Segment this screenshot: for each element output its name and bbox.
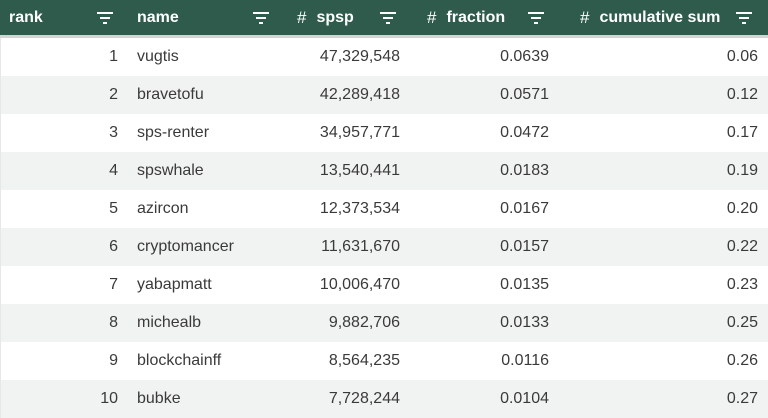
cell-fraction: 0.0116 [501,352,549,369]
cell-name: bubke [137,390,181,407]
cell-fraction: 0.0571 [500,86,549,103]
table-row[interactable]: 8 michealb 9,882,706 0.0133 0.25 [0,304,768,342]
cell-name: azircon [137,200,189,217]
cell-spsp: 13,540,441 [319,162,400,179]
cell-fraction: 0.0133 [500,314,549,331]
column-header-label: cumulative sum [599,8,721,26]
cell-rank: 1 [109,48,118,65]
column-header-rank[interactable]: rank [0,0,128,37]
filter-icon[interactable] [736,11,752,25]
cell-rank: 6 [109,238,118,255]
cell-spsp: 42,289,418 [319,86,400,103]
table-row[interactable]: 5 azircon 12,373,534 0.0167 0.20 [0,190,768,228]
cell-spsp: 47,329,548 [319,48,400,65]
cell-spsp: 12,373,534 [319,200,400,217]
table-row[interactable]: 10 bubke 7,728,244 0.0104 0.27 [0,380,768,418]
column-header-label: fraction [446,8,506,26]
cell-fraction: 0.0135 [500,276,549,293]
hash-icon: # [297,7,307,27]
cell-spsp: 7,728,244 [328,390,400,407]
cell-cumulative-sum: 0.27 [726,390,758,407]
table-row[interactable]: 6 cryptomancer 11,631,670 0.0157 0.22 [0,228,768,266]
filter-icon[interactable] [97,11,113,25]
cell-fraction: 0.0167 [500,200,549,217]
filter-icon[interactable] [380,11,396,25]
cell-cumulative-sum: 0.12 [726,86,758,103]
cell-rank: 7 [109,276,118,293]
cell-name: blockchainff [137,352,222,369]
filter-icon[interactable] [528,11,544,25]
table-row[interactable]: 2 bravetofu 42,289,418 0.0571 0.12 [0,76,768,114]
data-table: rank name # spsp # fraction # cumulative… [0,0,768,418]
cell-cumulative-sum: 0.06 [726,48,758,65]
cell-name: sps-renter [137,124,210,141]
cell-fraction: 0.0157 [500,238,549,255]
cell-cumulative-sum: 0.26 [726,352,758,369]
cell-spsp: 34,957,771 [319,124,400,141]
cell-rank: 5 [109,200,118,217]
column-header-name[interactable]: name [128,0,283,37]
table-body: 1 vugtis 47,329,548 0.0639 0.06 2 bravet… [0,38,768,418]
cell-rank: 2 [109,86,118,103]
cell-spsp: 11,631,670 [321,238,400,255]
filter-icon[interactable] [253,11,269,25]
cell-cumulative-sum: 0.17 [726,124,758,141]
table-row[interactable]: 1 vugtis 47,329,548 0.0639 0.06 [0,38,768,76]
cell-rank: 4 [109,162,118,179]
table-row[interactable]: 7 yabapmatt 10,006,470 0.0135 0.23 [0,266,768,304]
cell-cumulative-sum: 0.23 [726,276,758,293]
cell-fraction: 0.0639 [500,48,549,65]
cell-spsp: 8,564,235 [328,352,400,369]
cell-name: spswhale [137,162,204,179]
column-header-label: name [137,8,179,26]
table-row[interactable]: 9 blockchainff 8,564,235 0.0116 0.26 [0,342,768,380]
hash-icon: # [580,7,590,27]
cell-name: cryptomancer [137,238,234,255]
cell-name: yabapmatt [137,276,212,293]
table-row[interactable]: 4 spswhale 13,540,441 0.0183 0.19 [0,152,768,190]
cell-fraction: 0.0183 [500,162,549,179]
cell-name: michealb [137,314,202,331]
table-header: rank name # spsp # fraction # cumulative… [0,0,768,38]
cell-spsp: 9,882,706 [328,314,400,331]
cell-name: vugtis [137,48,179,65]
column-header-label: rank [9,8,43,26]
cell-cumulative-sum: 0.20 [726,200,758,217]
column-header-fraction[interactable]: # fraction [413,0,566,37]
table-left-border [0,38,1,418]
column-header-spsp[interactable]: # spsp [283,0,413,37]
cell-cumulative-sum: 0.19 [726,162,758,179]
cell-fraction: 0.0104 [500,390,549,407]
column-header-cumulative-sum[interactable]: # cumulative sum [566,0,768,37]
cell-rank: 3 [109,124,118,141]
table-row[interactable]: 3 sps-renter 34,957,771 0.0472 0.17 [0,114,768,152]
cell-cumulative-sum: 0.22 [726,238,758,255]
column-header-label: spsp [316,8,354,26]
cell-cumulative-sum: 0.25 [726,314,758,331]
cell-rank: 8 [109,314,118,331]
cell-rank: 9 [109,352,118,369]
cell-spsp: 10,006,470 [319,276,400,293]
cell-fraction: 0.0472 [500,124,549,141]
hash-icon: # [427,7,437,27]
cell-name: bravetofu [137,86,204,103]
cell-rank: 10 [100,390,118,407]
